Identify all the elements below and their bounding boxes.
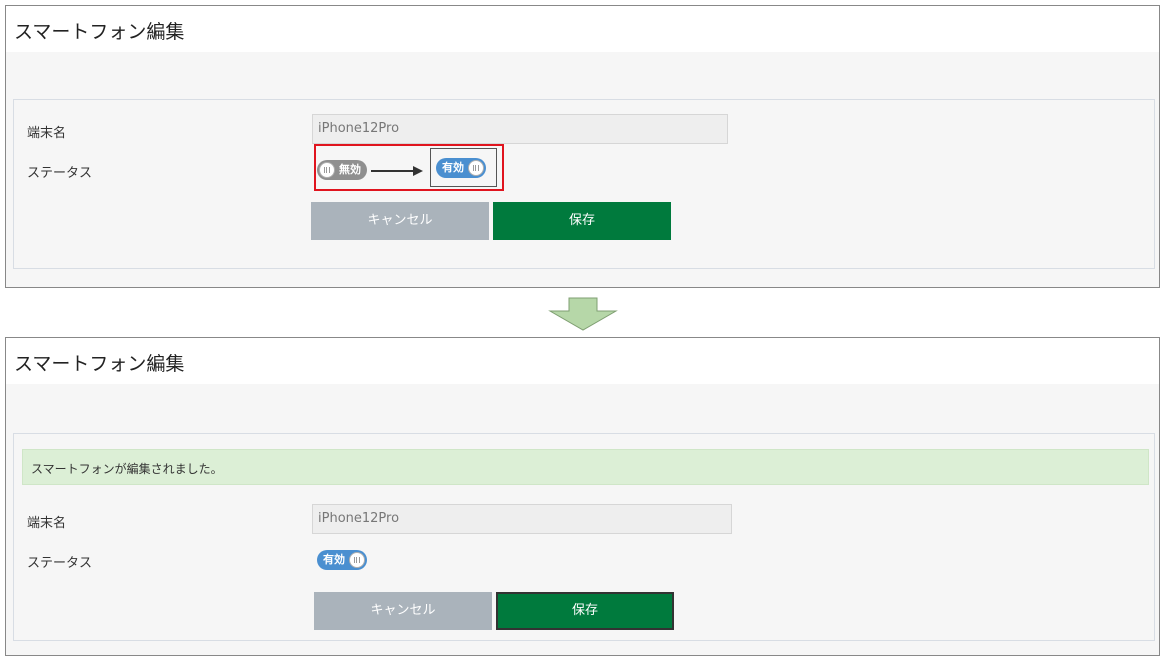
edit-form-card: スマートフォンが編集されました。 端末名 iPhone12Pro ステータス 有… [13,433,1155,641]
down-arrow-icon [548,297,618,331]
right-arrow-icon [371,170,415,172]
panel-header: スマートフォン編集 [6,6,1159,52]
success-alert: スマートフォンが編集されました。 [22,449,1149,485]
status-toggle-enabled[interactable]: 有効 [317,550,367,570]
edit-panel-after: スマートフォン編集 スマートフォンが編集されました。 端末名 iPhone12P… [5,337,1160,656]
page-title: スマートフォン編集 [14,353,185,375]
toggle-knob [468,160,484,176]
edit-panel-before: スマートフォン編集 端末名 iPhone12Pro ステータス 無効 有効 キャ… [5,5,1160,288]
toggle-label-disabled: 無効 [339,163,361,176]
toggle-label-enabled: 有効 [323,553,345,566]
device-name-label: 端末名 [27,516,67,531]
save-button[interactable]: 保存 [493,202,671,240]
toggle-knob [319,162,335,178]
cancel-button[interactable]: キャンセル [314,592,492,630]
device-name-field: iPhone12Pro [312,504,732,534]
save-button[interactable]: 保存 [496,592,674,630]
status-toggle-enabled[interactable]: 有効 [436,158,486,178]
status-label: ステータス [27,556,93,571]
device-name-field: iPhone12Pro [312,114,728,144]
edit-form-card: 端末名 iPhone12Pro ステータス 無効 有効 キャンセル 保存 [13,99,1155,269]
status-toggle-disabled[interactable]: 無効 [317,160,367,180]
cancel-button[interactable]: キャンセル [311,202,489,240]
panel-header: スマートフォン編集 [6,338,1159,384]
toggle-label-enabled: 有効 [442,161,464,174]
device-name-label: 端末名 [27,126,67,141]
toggle-knob [349,552,365,568]
status-label: ステータス [27,166,93,181]
right-arrow-head-icon [413,166,423,176]
page-title: スマートフォン編集 [14,21,185,43]
